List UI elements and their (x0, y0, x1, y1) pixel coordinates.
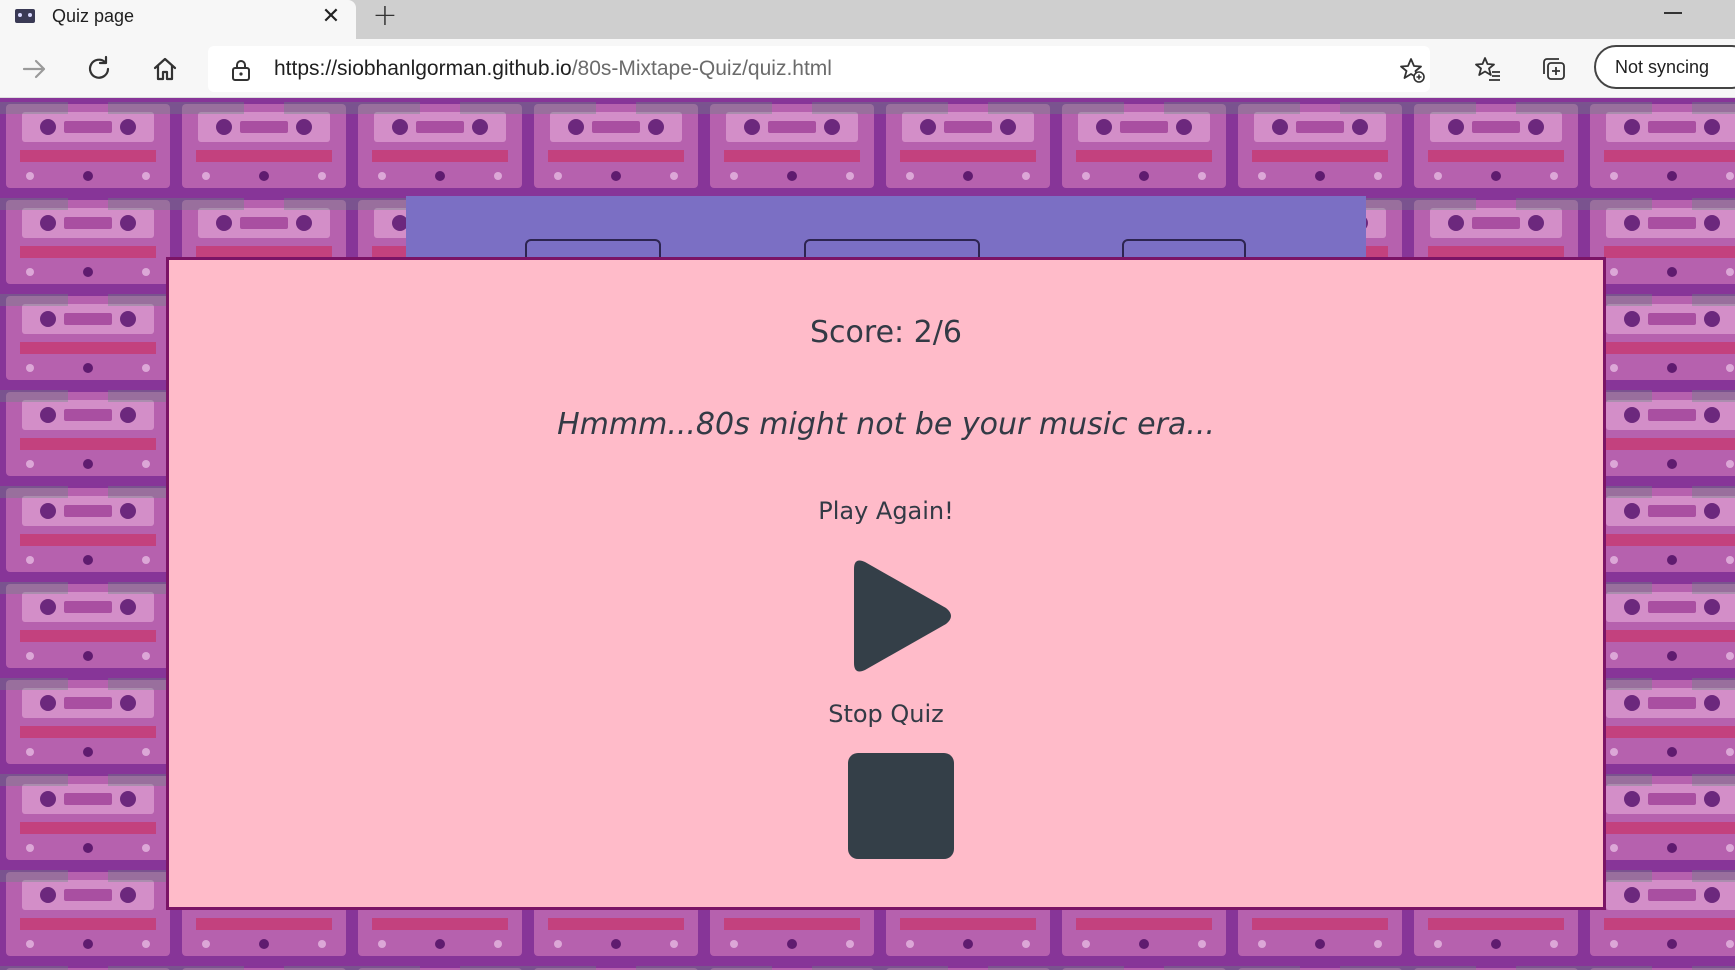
result-message: Hmmm...80s might not be your music era..… (557, 407, 1215, 442)
play-icon (854, 560, 951, 672)
collections-icon[interactable] (1536, 51, 1572, 87)
play-again-label: Play Again! (818, 497, 954, 525)
tab-title: Quiz page (52, 6, 135, 26)
new-tab-button[interactable]: + (370, 1, 400, 32)
stop-quiz-button[interactable] (848, 753, 954, 859)
page-viewport: Score: 2/6 Hmmm...80s might not be your … (0, 98, 1735, 970)
home-icon[interactable] (147, 51, 183, 87)
reload-icon[interactable] (81, 51, 117, 87)
score-text: Score: 2/6 (810, 315, 962, 350)
quiz-results-panel: Score: 2/6 Hmmm...80s might not be your … (166, 257, 1606, 910)
favorites-icon[interactable] (1470, 51, 1506, 87)
lock-icon[interactable] (230, 58, 252, 81)
browser-tab-strip: Quiz page ✕ + (0, 0, 1735, 39)
play-again-button[interactable] (846, 555, 958, 677)
back-arrow-icon[interactable] (16, 51, 52, 87)
minimize-window-button[interactable] (1664, 12, 1682, 14)
url-host: https://siobhanlgorman.github.io (274, 57, 572, 80)
close-icon[interactable]: ✕ (318, 4, 344, 30)
cassette-icon (15, 9, 35, 23)
stop-icon (848, 753, 954, 859)
stop-quiz-label: Stop Quiz (828, 700, 944, 728)
sync-status-button[interactable]: Not syncing (1594, 45, 1735, 89)
star-add-icon[interactable] (1398, 56, 1426, 84)
browser-toolbar: https://siobhanlgorman.github.io/80s-Mix… (0, 39, 1735, 98)
address-bar[interactable]: https://siobhanlgorman.github.io/80s-Mix… (208, 46, 1430, 92)
url-text[interactable]: https://siobhanlgorman.github.io/80s-Mix… (274, 57, 832, 81)
url-path: /80s-Mixtape-Quiz/quiz.html (571, 57, 832, 80)
browser-tab-active[interactable]: Quiz page ✕ (0, 0, 356, 39)
